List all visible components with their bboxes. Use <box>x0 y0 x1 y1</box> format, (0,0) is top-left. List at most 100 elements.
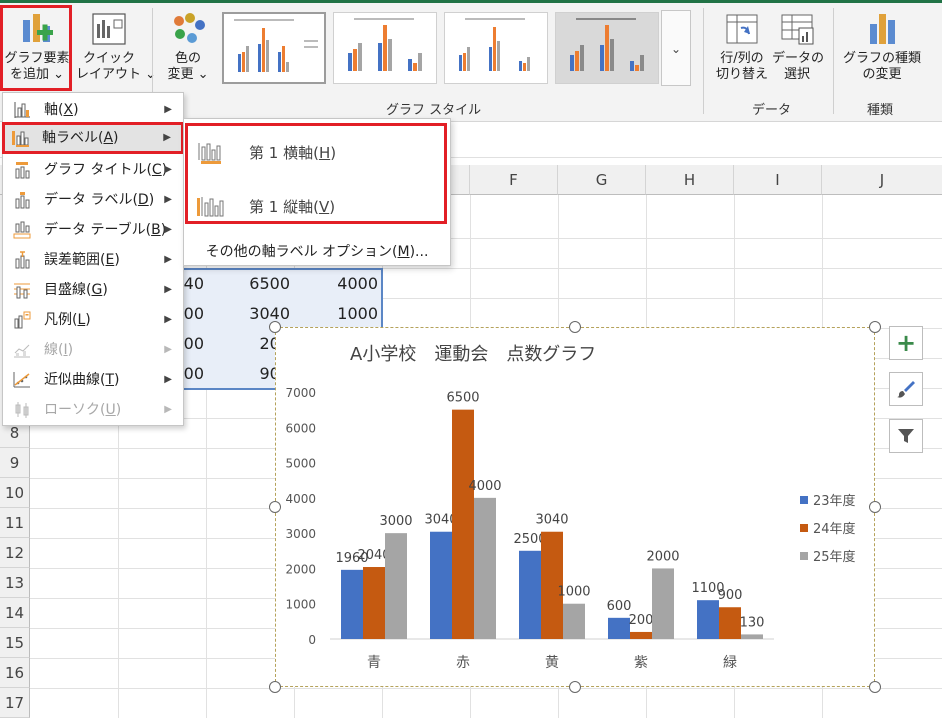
bar <box>652 568 674 639</box>
chart-style-4[interactable] <box>555 12 659 84</box>
gridlines-icon <box>14 283 30 299</box>
access-key: U <box>105 402 116 418</box>
column-header-i[interactable]: I <box>734 165 822 195</box>
change-chart-type-button[interactable]: グラフの種類 の変更 <box>840 8 924 90</box>
brush-icon <box>897 381 915 398</box>
bar <box>385 533 407 639</box>
chart-style-1[interactable] <box>222 12 326 84</box>
column-header-h[interactable]: H <box>646 165 734 195</box>
chart-resize-handle[interactable] <box>869 321 881 333</box>
menu-item-label: ローソク( <box>44 402 106 418</box>
row-header-11[interactable]: 11 <box>0 508 30 538</box>
row-header-17[interactable]: 17 <box>0 688 30 718</box>
switch-row-column-button[interactable]: 行/列の 切り替え <box>712 8 772 90</box>
menu-item-legend[interactable]: 凡例(L) ▶ <box>4 305 182 335</box>
access-key: D <box>137 192 149 208</box>
row-header-10[interactable]: 10 <box>0 478 30 508</box>
menu-item-label-tail: ) <box>67 342 74 358</box>
bar <box>430 531 452 639</box>
chart-resize-handle[interactable] <box>269 321 281 333</box>
up-down-bars-icon <box>15 402 29 418</box>
menu-item-label-tail: ) <box>113 130 119 146</box>
quick-layout-button[interactable]: クイック レイアウト ⌄ <box>76 8 156 90</box>
menu-item-axis-labels[interactable]: 軸ラベル(A) ▶ <box>2 122 184 154</box>
cell[interactable]: 6500 <box>206 269 290 299</box>
legend-swatch <box>800 496 808 504</box>
chart-resize-handle[interactable] <box>269 501 281 513</box>
menu-item-error-bars[interactable]: 誤差範囲(E) ▶ <box>4 245 182 275</box>
chart-styles-more-button[interactable]: ⌄ <box>661 10 691 86</box>
y-tick-label: 6000 <box>285 421 316 435</box>
change-colors-button[interactable]: 色の 変更 ⌄ <box>158 8 218 90</box>
menu-item-label: 線( <box>44 342 64 358</box>
y-tick-label: 2000 <box>285 562 316 576</box>
chart-resize-handle[interactable] <box>869 501 881 513</box>
column-header-f[interactable]: F <box>470 165 558 195</box>
more-axis-title-options-item[interactable]: その他の軸ラベル オプション(M)... <box>184 241 450 261</box>
column-header-j[interactable]: J <box>822 165 942 195</box>
menu-item-trendline[interactable]: 近似曲線(T) ▶ <box>4 365 182 395</box>
chart-style-2[interactable] <box>333 12 437 84</box>
y-tick-label: 5000 <box>285 457 316 471</box>
menu-item-data-table[interactable]: データ テーブル(B) ▶ <box>4 215 182 245</box>
menu-item-gridlines[interactable]: 目盛線(G) ▶ <box>4 275 182 305</box>
column-header-g[interactable]: G <box>558 165 646 195</box>
row-header-16[interactable]: 16 <box>0 658 30 688</box>
chart-resize-handle[interactable] <box>869 681 881 693</box>
y-tick-label: 4000 <box>285 492 316 506</box>
select-data-line2: 選択 <box>783 67 810 82</box>
legend-label: 25年度 <box>813 549 856 565</box>
submenu-label-tail: )... <box>409 244 429 260</box>
ribbon-separator <box>833 8 834 114</box>
data-label: 200 <box>629 613 654 628</box>
menu-item-label-tail: ) <box>114 252 120 268</box>
menu-item-axis[interactable]: 軸(X) ▶ <box>4 95 182 125</box>
x-category-label: 黄 <box>545 654 559 671</box>
submenu-arrow-icon: ▶ <box>164 224 172 235</box>
error-bars-icon <box>15 251 30 269</box>
menu-item-label-tail: ) <box>73 102 79 118</box>
row-header-15[interactable]: 15 <box>0 628 30 658</box>
chart-area[interactable]: A小学校 運動会 点数グラフ 0 1000 2000 3000 4000 5000 6000… <box>275 327 875 687</box>
submenu-arrow-icon: ▶ <box>164 164 172 175</box>
menu-item-label: 誤差範囲( <box>44 252 106 268</box>
row-header-9[interactable]: 9 <box>0 448 30 478</box>
chart-style-3[interactable] <box>444 12 548 84</box>
group-label-type: 種類 <box>867 103 894 118</box>
row-header-13[interactable]: 13 <box>0 568 30 598</box>
data-label: 3000 <box>379 514 412 529</box>
legend-label: 23年度 <box>813 493 856 509</box>
select-data-icon <box>781 14 814 45</box>
legend-icon <box>14 311 31 329</box>
cell[interactable]: 4000 <box>294 269 378 299</box>
chart-resize-handle[interactable] <box>269 681 281 693</box>
menu-item-data-labels[interactable]: データ ラベル(D) ▶ <box>4 185 182 215</box>
submenu-arrow-icon: ▶ <box>164 404 172 415</box>
cell[interactable]: 1000 <box>294 299 378 329</box>
chart-styles-brush-button[interactable] <box>889 372 923 406</box>
x-category-label: 緑 <box>723 655 737 671</box>
highlight-axis-title-options <box>185 123 447 224</box>
select-data-button[interactable]: データの 選択 <box>772 8 824 90</box>
plus-icon: + <box>895 329 917 357</box>
chart-filters-button[interactable] <box>889 419 923 453</box>
chart-elements-plus-button[interactable]: + <box>889 326 923 360</box>
quick-layout-line1: クイック <box>82 51 135 66</box>
row-header-14[interactable]: 14 <box>0 598 30 628</box>
bar <box>630 631 652 639</box>
chart-resize-handle[interactable] <box>569 681 581 693</box>
x-category-label: 紫 <box>634 655 648 671</box>
chart-style-thumbnail <box>459 18 530 71</box>
axis-labels-icon <box>12 131 29 147</box>
chart-resize-handle[interactable] <box>569 321 581 333</box>
y-tick-label: 7000 <box>285 386 316 400</box>
bar <box>452 409 474 639</box>
menu-item-lines: 線(I) ▶ <box>4 335 182 365</box>
quick-layout-line2: レイアウト <box>76 67 142 82</box>
change-colors-line1: 色の <box>174 51 201 66</box>
access-key: G <box>91 282 103 298</box>
chart-style-thumbnail <box>348 18 422 71</box>
row-header-12[interactable]: 12 <box>0 538 30 568</box>
menu-item-chart-title[interactable]: グラフ タイトル(C) ▶ <box>4 155 182 185</box>
access-key: E <box>105 252 115 268</box>
